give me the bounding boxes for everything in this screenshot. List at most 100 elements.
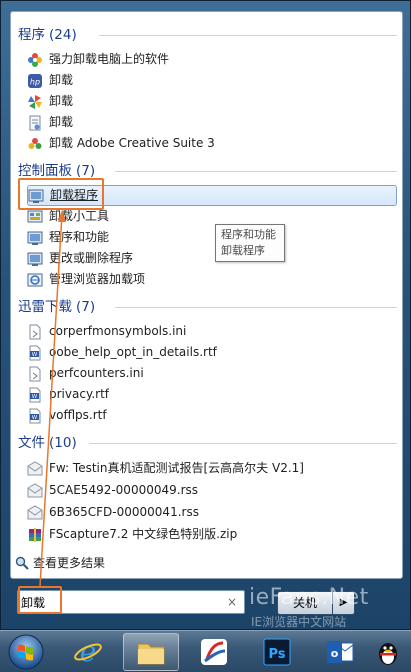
svg-text:W: W <box>32 394 38 400</box>
group-title: 程序 <box>18 27 45 43</box>
taskbar: e Ps o <box>0 630 411 672</box>
result-label: 管理浏览器加载项 <box>49 272 146 286</box>
group-count: (24) <box>49 27 77 43</box>
file-explorer-icon[interactable] <box>123 633 179 671</box>
outlook-icon-label: o <box>331 647 339 660</box>
result-label: corperfmonsymbols.ini <box>49 324 187 338</box>
group-header-programs[interactable]: 程序 (24) <box>18 25 77 45</box>
group-header-thunder-downloads[interactable]: 迅雷下载 (7) <box>18 297 95 317</box>
email-icon <box>27 504 43 521</box>
ini-file-icon <box>27 324 43 340</box>
email-icon <box>27 482 43 499</box>
qq-penguin-icon[interactable] <box>368 633 408 671</box>
rtf-file-icon: W <box>27 408 43 424</box>
gadgets-icon <box>27 209 43 225</box>
group-divider <box>99 35 397 36</box>
result-label: perfcounters.ini <box>49 366 144 380</box>
start-menu: 程序 (24) 强力卸载电脑上的软件 hp 卸载 卸载 卸载 卸载 Adobe … <box>0 0 411 630</box>
result-item[interactable]: W vofflps.rtf <box>27 405 397 426</box>
result-item[interactable]: 强力卸载电脑上的软件 <box>27 49 397 70</box>
result-item[interactable]: perfcounters.ini <box>27 363 397 384</box>
search-input[interactable] <box>21 593 221 611</box>
result-item[interactable]: 卸载 Adobe Creative Suite 3 <box>27 133 397 154</box>
search-results-pane: 程序 (24) 强力卸载电脑上的软件 hp 卸载 卸载 卸载 卸载 Adobe … <box>10 11 403 579</box>
photoshop-icon-label: Ps <box>268 647 285 662</box>
programs-features-icon <box>27 251 43 267</box>
result-label: 卸载 Adobe Creative Suite 3 <box>49 136 215 150</box>
group-header-control-panel[interactable]: 控制面板 (7) <box>18 161 95 181</box>
result-item[interactable]: corperfmonsymbols.ini <box>27 321 397 342</box>
svg-text:W: W <box>32 415 38 421</box>
result-label: 卸载 <box>49 115 74 129</box>
group-count: (10) <box>49 435 77 451</box>
result-item[interactable]: 管理浏览器加载项 <box>27 269 397 290</box>
result-item[interactable]: 卸载 <box>27 112 397 133</box>
result-item[interactable]: 5CAE5492-00000049.rss <box>27 480 397 501</box>
group-title: 控制面板 <box>18 163 72 179</box>
flower-app-icon <box>27 52 43 68</box>
rtf-file-icon: W <box>27 387 43 403</box>
watermark-subtitle: IE浏览器中文网站 <box>251 615 347 629</box>
result-item[interactable]: 卸载小工具 <box>27 206 397 227</box>
result-label: 卸载小工具 <box>49 209 110 223</box>
svg-text:W: W <box>32 352 38 358</box>
group-divider <box>115 307 397 308</box>
result-item[interactable]: 更改或删除程序 <box>27 248 397 269</box>
group-divider <box>115 171 397 172</box>
result-label: Fw: Testin真机适配测试报告[云高高尔夫 V2.1] <box>49 461 304 475</box>
group-divider <box>89 443 397 444</box>
group-header-files[interactable]: 文件 (10) <box>18 433 77 453</box>
result-item[interactable]: FScapture7.2 中文绿色特别版.zip <box>27 524 397 545</box>
result-label: 程序和功能 <box>49 230 110 244</box>
adobe-cs3-icon <box>27 136 43 152</box>
email-icon <box>27 460 43 477</box>
programs-features-icon <box>28 188 44 204</box>
search-icon <box>15 556 29 570</box>
internet-explorer-icon[interactable]: e <box>60 633 116 671</box>
document-app-icon <box>27 115 43 131</box>
result-label: 卸载 <box>49 73 74 87</box>
result-label: 强力卸载电脑上的软件 <box>49 52 170 66</box>
tooltip-line: 卸载程序 <box>221 244 265 257</box>
group-count: (7) <box>76 163 96 179</box>
pinwheel-app-icon <box>27 94 43 110</box>
result-label: 卸载 <box>49 94 74 108</box>
rtf-file-icon: W <box>27 345 43 361</box>
watermark-logo: ieFans.Net <box>249 585 369 610</box>
tooltip: 程序和功能 卸载程序 <box>215 224 285 262</box>
result-item[interactable]: W oobe_help_opt_in_details.rtf <box>27 342 397 363</box>
clear-search-icon[interactable]: × <box>225 594 239 610</box>
svg-text:e: e <box>80 637 97 667</box>
search-box[interactable]: × <box>17 590 245 614</box>
tooltip-line: 程序和功能 <box>221 228 276 241</box>
photoshop-icon[interactable]: Ps <box>249 633 305 671</box>
internet-options-icon <box>27 272 43 288</box>
outlook-icon[interactable]: o <box>312 633 368 671</box>
see-more-results-label: 查看更多结果 <box>33 556 106 570</box>
result-item[interactable]: 卸载 <box>27 91 397 112</box>
result-item[interactable]: Fw: Testin真机适配测试报告[云高高尔夫 V2.1] <box>27 458 397 479</box>
result-label: 5CAE5492-00000049.rss <box>49 483 199 497</box>
result-label: privacy.rtf <box>49 387 110 401</box>
result-item[interactable]: hp 卸载 <box>27 70 397 91</box>
svg-text:hp: hp <box>30 77 40 86</box>
result-label: 6B365CFD-00000041.rss <box>49 505 199 519</box>
hp-app-icon: hp <box>27 73 43 89</box>
programs-features-icon <box>27 230 43 246</box>
group-title: 迅雷下载 <box>18 299 72 315</box>
result-label: oobe_help_opt_in_details.rtf <box>49 345 217 359</box>
result-item-selected[interactable]: 卸载程序 <box>27 185 397 206</box>
group-count: (7) <box>76 299 96 315</box>
ini-file-icon <box>27 366 43 382</box>
result-label: 更改或删除程序 <box>49 251 134 265</box>
result-label: FScapture7.2 中文绿色特别版.zip <box>49 527 238 541</box>
group-title: 文件 <box>18 435 45 451</box>
result-item[interactable]: 6B365CFD-00000041.rss <box>27 502 397 523</box>
result-item[interactable]: W privacy.rtf <box>27 384 397 405</box>
result-label: 卸载程序 <box>50 188 99 202</box>
result-item[interactable]: 程序和功能 <box>27 227 397 248</box>
media-app-icon[interactable] <box>186 633 242 671</box>
zip-archive-icon <box>27 527 43 543</box>
windows-start-orb-icon[interactable] <box>2 631 50 672</box>
see-more-results-link[interactable]: 查看更多结果 <box>15 554 105 572</box>
